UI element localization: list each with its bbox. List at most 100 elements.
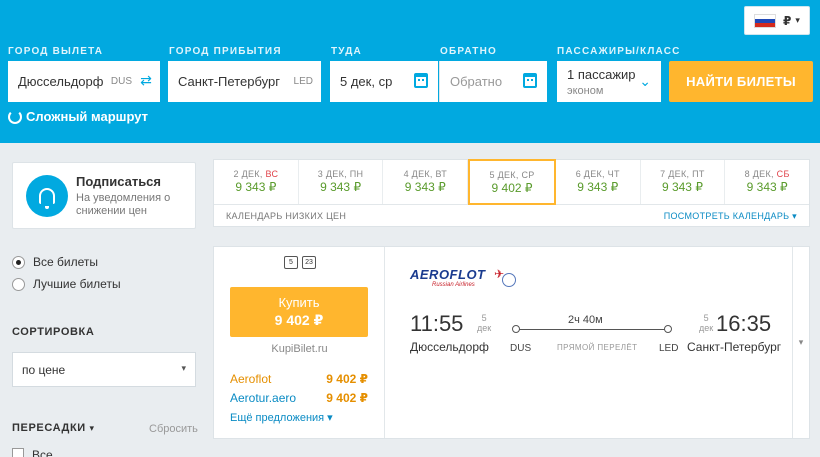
sort-title: СОРТИРОВКА bbox=[12, 326, 95, 338]
destination-iata: LED bbox=[659, 343, 679, 354]
passengers-value: 1 пассажир bbox=[567, 66, 636, 82]
destination-field[interactable]: Санкт-Петербург LED bbox=[168, 61, 321, 102]
day-weekday: ПН bbox=[349, 169, 364, 179]
return-date-field[interactable]: Обратно bbox=[439, 61, 547, 102]
arrive-month: дек bbox=[699, 323, 714, 333]
stops-filter-toggle[interactable]: ПЕРЕСАДКИ ▾ bbox=[12, 422, 95, 434]
buy-price: 9 402 ₽ bbox=[274, 312, 324, 328]
class-value: эконом bbox=[567, 84, 604, 97]
route-icon bbox=[8, 109, 22, 124]
calendar-day[interactable]: 6 ДЕК, ЧТ 9 343 ₽ bbox=[556, 160, 641, 204]
calendar-footer-title: КАЛЕНДАРЬ НИЗКИХ ЦЕН bbox=[226, 211, 347, 221]
radio-all-tickets[interactable]: Все билеты bbox=[12, 255, 98, 269]
day-price: 9 343 ₽ bbox=[235, 180, 277, 194]
depart-date-value: 5 дек, ср bbox=[340, 74, 393, 89]
buy-button[interactable]: Купить 9 402 ₽ bbox=[230, 287, 368, 337]
subscribe-description: На уведомления о снижении цен bbox=[76, 192, 171, 217]
radio-button-selected[interactable] bbox=[12, 255, 25, 269]
search-header: ₽ ▾ ГОРОД ВЫЛЕТА ГОРОД ПРИБЫТИЯ ТУДА ОБР… bbox=[0, 0, 820, 143]
airline-subtitle: Russian Airlines bbox=[432, 282, 475, 288]
calendar-icon[interactable] bbox=[523, 73, 537, 88]
checkbox[interactable] bbox=[12, 448, 24, 457]
expand-ticket-button[interactable]: ▾ bbox=[792, 247, 809, 438]
depart-date: 5 дек bbox=[477, 313, 491, 333]
day-price: 9 343 ₽ bbox=[320, 180, 362, 194]
offer-name: Aerotur.aero bbox=[230, 391, 297, 405]
currency-label: ₽ bbox=[783, 13, 792, 28]
calendar-day[interactable]: 4 ДЕК, ВТ 9 343 ₽ bbox=[383, 160, 469, 204]
aeroflot-logo: AEROFLOT Russian Airlines ✈ bbox=[410, 267, 516, 288]
arrive-day: 5 bbox=[703, 313, 709, 323]
destination-label: ГОРОД ПРИБЫТИЯ bbox=[169, 46, 282, 57]
day-weekday: ЧТ bbox=[607, 169, 620, 179]
offer-price: 9 402 ₽ bbox=[326, 372, 368, 386]
day-date: 4 ДЕК, bbox=[403, 169, 433, 179]
arrive-city: Санкт-Петербург bbox=[687, 340, 782, 354]
chevron-down-icon: ⌄ bbox=[639, 73, 651, 89]
origin-iata: DUS bbox=[510, 343, 532, 354]
destination-value: Санкт-Петербург bbox=[178, 74, 280, 89]
day-date: 5 ДЕК, bbox=[489, 170, 519, 180]
calendar-day[interactable]: 3 ДЕК, ПН 9 343 ₽ bbox=[299, 160, 384, 204]
day-date: 6 ДЕК, bbox=[575, 169, 605, 179]
destination-code: LED bbox=[293, 76, 313, 87]
offer-row[interactable]: Aeroflot 9 402 ₽ bbox=[230, 372, 368, 386]
depart-time: 11:55 bbox=[410, 311, 464, 336]
destination-dot bbox=[664, 325, 672, 333]
day-price: 9 343 ₽ bbox=[577, 180, 619, 194]
stops-all-label: Все bbox=[32, 448, 53, 457]
radio-best-tickets[interactable]: Лучшие билеты bbox=[12, 277, 121, 291]
more-offers-link[interactable]: Ещё предложения ▾ bbox=[230, 411, 333, 424]
buy-label: Купить bbox=[278, 295, 320, 310]
subscribe-title: Подписаться bbox=[76, 174, 162, 189]
view-calendar-link[interactable]: ПОСМОТРЕТЬ КАЛЕНДАРЬ ▾ bbox=[664, 211, 797, 222]
chevron-down-icon: ▾ bbox=[795, 15, 800, 25]
day-price: 9 402 ₽ bbox=[491, 181, 533, 195]
low-price-calendar: 2 ДЕК, ВС 9 343 ₽ 3 ДЕК, ПН 9 343 ₽ 4 ДЕ… bbox=[213, 159, 810, 227]
day-weekday: ВС bbox=[265, 169, 279, 179]
chevron-down-icon: ▾ bbox=[181, 363, 186, 373]
stops-all-checkbox[interactable]: Все bbox=[12, 448, 53, 457]
direct-flight-label: ПРЯМОЙ ПЕРЕЛЁТ bbox=[557, 343, 638, 352]
skyteam-icon bbox=[502, 273, 516, 287]
return-placeholder: Обратно bbox=[450, 74, 503, 89]
depart-date-field[interactable]: 5 дек, ср bbox=[330, 61, 438, 102]
sort-select[interactable]: по цене ▾ bbox=[12, 352, 196, 387]
arrive-time: 16:35 bbox=[716, 311, 772, 336]
stops-title: ПЕРЕСАДКИ bbox=[12, 422, 86, 434]
calendar-icon[interactable] bbox=[414, 73, 428, 88]
search-tickets-button[interactable]: НАЙТИ БИЛЕТЫ bbox=[669, 61, 813, 102]
offer-row[interactable]: Aerotur.aero 9 402 ₽ bbox=[230, 391, 368, 405]
passengers-field[interactable]: 1 пассажир эконом ⌄ bbox=[557, 61, 661, 102]
day-date: 7 ДЕК, bbox=[660, 169, 690, 179]
depart-month: дек bbox=[477, 323, 492, 333]
calendar-day[interactable]: 7 ДЕК, ПТ 9 343 ₽ bbox=[641, 160, 726, 204]
radio-button[interactable] bbox=[12, 277, 25, 291]
day-date: 3 ДЕК, bbox=[317, 169, 347, 179]
calendar-day[interactable]: 2 ДЕК, ВС 9 343 ₽ bbox=[214, 160, 299, 204]
offer-name: Aeroflot bbox=[230, 372, 272, 386]
origin-field[interactable]: Дюссельдорф DUS ⇄ bbox=[8, 61, 160, 102]
depart-city: Дюссельдорф bbox=[410, 340, 489, 354]
origin-value: Дюссельдорф bbox=[18, 74, 104, 89]
calendar-day-selected[interactable]: 5 ДЕК, СР 9 402 ₽ bbox=[468, 159, 556, 205]
complex-route-link[interactable]: Сложный маршрут bbox=[8, 109, 148, 124]
radio-best-label: Лучшие билеты bbox=[33, 277, 121, 291]
subscribe-card[interactable]: Подписаться На уведомления о снижении це… bbox=[12, 162, 196, 229]
depart-label: ТУДА bbox=[331, 46, 362, 57]
day-weekday: СБ bbox=[776, 169, 790, 179]
reset-filters-link[interactable]: Сбросить bbox=[149, 423, 198, 435]
hand-luggage-icon: 5 bbox=[284, 256, 298, 269]
calendar-day[interactable]: 8 ДЕК, СБ 9 343 ₽ bbox=[725, 160, 809, 204]
locale-currency-button[interactable]: ₽ ▾ bbox=[744, 6, 810, 35]
day-price: 9 343 ₽ bbox=[746, 180, 788, 194]
arrive-date: 5 дек bbox=[699, 313, 713, 333]
offer-price: 9 402 ₽ bbox=[326, 391, 368, 405]
agency-name: KupiBilet.ru bbox=[271, 343, 328, 355]
swap-icon[interactable]: ⇄ bbox=[138, 72, 154, 88]
baggage-icon: 23 bbox=[302, 256, 316, 269]
origin-dot bbox=[512, 325, 520, 333]
calendar-footer: КАЛЕНДАРЬ НИЗКИХ ЦЕН ПОСМОТРЕТЬ КАЛЕНДАР… bbox=[214, 205, 809, 227]
origin-code: DUS bbox=[110, 76, 132, 87]
baggage-info: 5 23 bbox=[284, 256, 316, 269]
